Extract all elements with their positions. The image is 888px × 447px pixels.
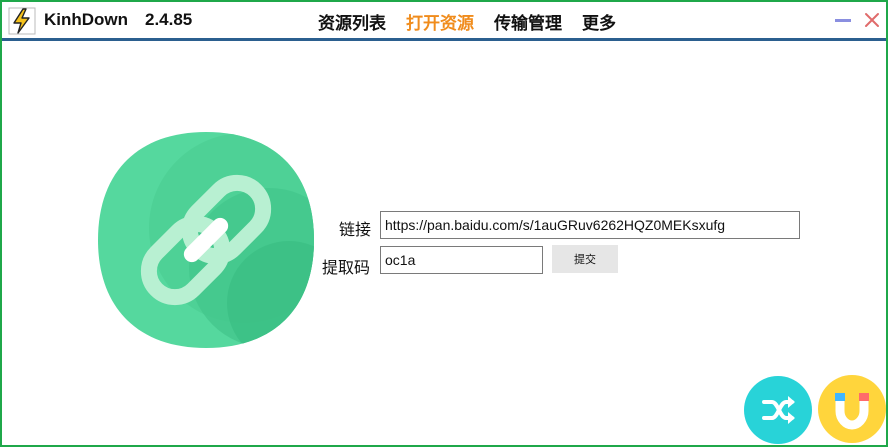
lightning-bolt-icon [8, 7, 36, 35]
magnet-button[interactable] [818, 375, 886, 443]
nav-transfer-manager[interactable]: 传输管理 [494, 9, 562, 34]
extraction-code-input[interactable] [380, 246, 543, 274]
shuffle-icon [762, 396, 795, 424]
extraction-code-label: 提取码 [322, 258, 371, 277]
close-icon[interactable] [862, 10, 882, 30]
submit-button[interactable]: 提交 [552, 245, 618, 273]
title-bar: KinhDown 2.4.85 资源列表 打开资源 传输管理 更多 [2, 2, 886, 41]
main-nav: 资源列表 打开资源 传输管理 更多 [318, 9, 616, 34]
link-input[interactable] [380, 211, 800, 239]
app-version: 2.4.85 [145, 10, 193, 29]
nav-resource-list[interactable]: 资源列表 [318, 9, 386, 34]
app-window: KinhDown 2.4.85 资源列表 打开资源 传输管理 更多 链接 htt… [0, 0, 888, 447]
link-label: 链接 [339, 220, 372, 239]
chain-link-icon [98, 132, 314, 348]
magnet-icon [835, 393, 869, 430]
shuffle-button[interactable] [744, 376, 812, 444]
nav-more[interactable]: 更多 [582, 9, 616, 34]
minimize-icon[interactable] [833, 10, 853, 30]
nav-open-resource[interactable]: 打开资源 [406, 9, 474, 34]
app-name: KinhDown [44, 10, 129, 29]
